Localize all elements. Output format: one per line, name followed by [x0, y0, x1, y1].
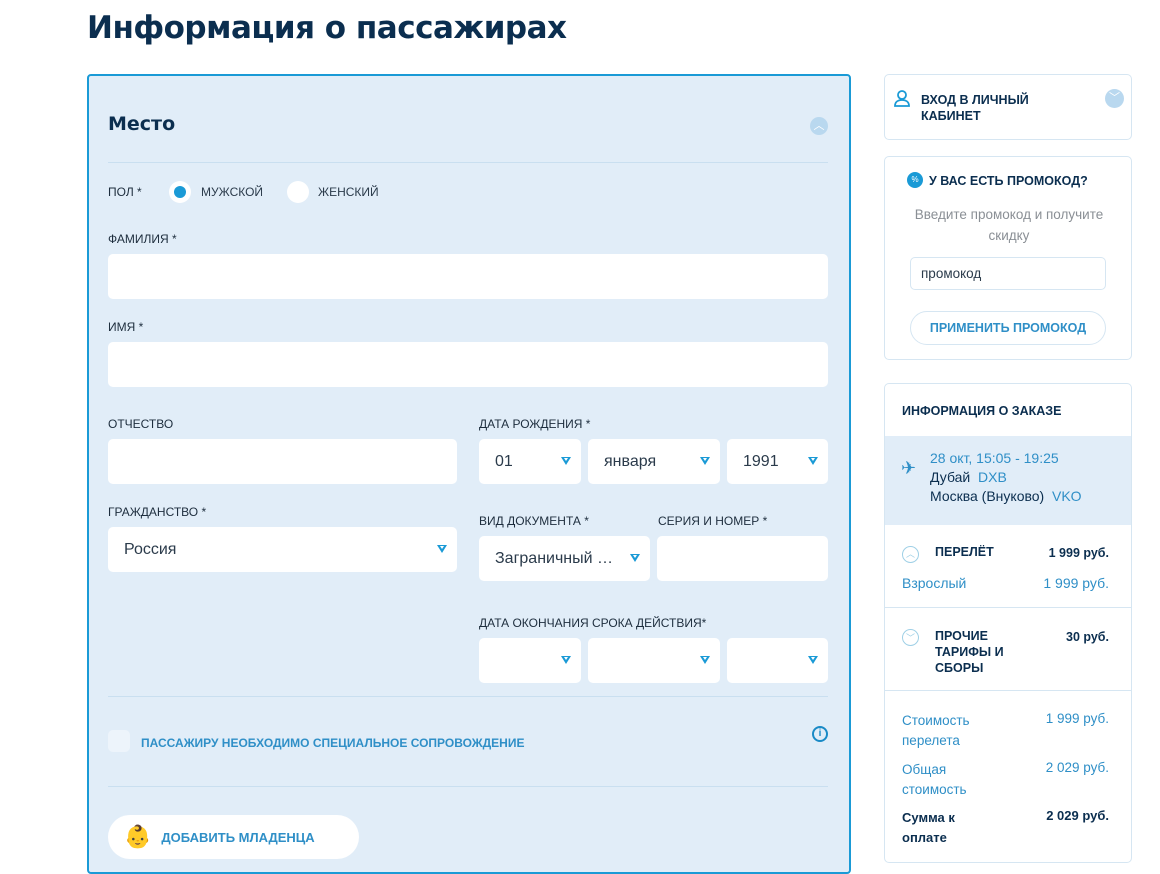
total-label: Общая стоимость — [902, 762, 967, 797]
gender-label: ПОЛ * — [108, 185, 142, 199]
birthdate-label: ДАТА РОЖДЕНИЯ * — [479, 417, 591, 431]
page-title: Информация о пассажирах — [87, 10, 567, 46]
promo-card: % У ВАС ЕСТЬ ПРОМОКОД? Введите промокод … — [884, 156, 1132, 360]
chevron-down-icon — [700, 457, 710, 465]
flight-price: 1 999 руб. — [1048, 546, 1109, 560]
plane-icon: ✈ — [901, 458, 917, 478]
from-code: DXB — [978, 469, 1007, 485]
user-icon — [894, 90, 910, 107]
baby-icon: 👶 — [124, 824, 152, 849]
firstname-label: ИМЯ * — [108, 320, 144, 334]
birth-year-value: 1991 — [743, 452, 779, 470]
docnumber-label: СЕРИЯ И НОМЕР * — [658, 514, 768, 528]
lastname-input[interactable] — [108, 254, 828, 299]
doctype-value: Заграничный … — [495, 549, 614, 567]
section-title: Место — [108, 113, 176, 135]
divider — [108, 696, 828, 697]
order-info-card: ИНФОРМАЦИЯ О ЗАКАЗЕ ✈ 28 окт, 15:05 - 19… — [884, 383, 1132, 863]
promo-input[interactable]: промокод — [910, 257, 1106, 290]
add-infant-button[interactable]: 👶 ДОБАВИТЬ МЛАДЕНЦА — [108, 815, 359, 859]
chevron-down-icon — [561, 656, 571, 664]
birth-year-select[interactable]: 1991 — [727, 439, 828, 484]
lastname-label: ФАМИЛИЯ * — [108, 232, 177, 246]
firstname-input[interactable] — [108, 342, 828, 387]
from-city: Дубай — [930, 469, 971, 485]
chevron-down-icon[interactable]: ﹀ — [1105, 89, 1124, 108]
chevron-down-icon — [808, 656, 818, 664]
chevron-down-icon[interactable]: ﹀ — [902, 629, 919, 646]
chevron-down-icon — [561, 457, 571, 465]
special-assistance-label[interactable]: ПАССАЖИРУ НЕОБХОДИМО СПЕЦИАЛЬНОЕ СОПРОВО… — [141, 736, 524, 750]
expiry-month-select[interactable] — [588, 638, 720, 683]
chevron-up-icon[interactable]: ︿ — [902, 546, 919, 563]
citizenship-select[interactable]: Россия — [108, 527, 457, 572]
promo-description: Введите промокод и получите скидку — [914, 207, 1104, 243]
fees-label: ПРОЧИЕ ТАРИФЫ И СБОРЫ — [935, 629, 1004, 675]
doctype-label: ВИД ДОКУМЕНТА * — [479, 514, 589, 528]
order-title: ИНФОРМАЦИЯ О ЗАКАЗЕ — [902, 404, 1062, 418]
birth-day-value: 01 — [495, 452, 513, 470]
patronymic-input[interactable] — [108, 439, 457, 484]
flight-time: 28 окт, 15:05 - 19:25 — [930, 450, 1059, 466]
fees-price: 30 руб. — [1066, 630, 1109, 644]
total-price: 2 029 руб. — [1045, 760, 1109, 775]
citizenship-value: Россия — [124, 540, 177, 558]
expiry-year-select[interactable] — [727, 638, 828, 683]
birth-month-select[interactable]: января — [588, 439, 720, 484]
flight-label: ПЕРЕЛЁТ — [935, 545, 994, 559]
adult-price: 1 999 руб. — [1043, 575, 1109, 591]
special-assistance-checkbox[interactable] — [108, 730, 130, 752]
chevron-down-icon — [630, 554, 640, 562]
birth-month-value: января — [604, 452, 657, 470]
apply-promo-button[interactable]: ПРИМЕНИТЬ ПРОМОКОД — [910, 311, 1106, 345]
info-icon[interactable]: i — [812, 726, 828, 742]
to-city: Москва (Внуково) — [930, 488, 1045, 504]
divider — [108, 786, 828, 787]
expiry-label: ДАТА ОКОНЧАНИЯ СРОКА ДЕЙСТВИЯ* — [479, 616, 707, 630]
gender-male-radio[interactable] — [169, 181, 191, 203]
citizenship-label: ГРАЖДАНСТВО * — [108, 505, 207, 519]
divider — [108, 162, 828, 163]
chevron-down-icon — [437, 545, 447, 553]
pay-label: Сумма к оплате — [902, 810, 955, 845]
adult-label: Взрослый — [902, 575, 967, 591]
gender-male-label[interactable]: МУЖСКОЙ — [201, 185, 263, 199]
cost-label: Стоимость перелета — [902, 713, 970, 748]
login-card[interactable]: ВХОД В ЛИЧНЫЙ КАБИНЕТ ﹀ — [884, 74, 1132, 140]
gender-female-label[interactable]: ЖЕНСКИЙ — [318, 185, 379, 199]
expiry-day-select[interactable] — [479, 638, 581, 683]
collapse-icon[interactable]: ︿ — [810, 117, 828, 135]
patronymic-label: ОТЧЕСТВО — [108, 417, 174, 431]
cost-price: 1 999 руб. — [1045, 711, 1109, 726]
pay-price: 2 029 руб. — [1046, 808, 1109, 823]
docnumber-input[interactable] — [657, 536, 828, 581]
chevron-down-icon — [808, 457, 818, 465]
promo-title: У ВАС ЕСТЬ ПРОМОКОД? — [929, 174, 1088, 188]
login-title: ВХОД В ЛИЧНЫЙ КАБИНЕТ — [921, 93, 1029, 123]
birth-day-select[interactable]: 01 — [479, 439, 581, 484]
add-infant-label: ДОБАВИТЬ МЛАДЕНЦА — [161, 829, 315, 845]
doctype-select[interactable]: Заграничный … — [479, 536, 650, 581]
chevron-down-icon — [700, 656, 710, 664]
flight-summary: ✈ 28 окт, 15:05 - 19:25 Дубай DXB Москва… — [885, 436, 1131, 525]
to-code: VKO — [1052, 488, 1082, 504]
percent-badge-icon: % — [907, 172, 923, 188]
gender-female-radio[interactable] — [287, 181, 309, 203]
